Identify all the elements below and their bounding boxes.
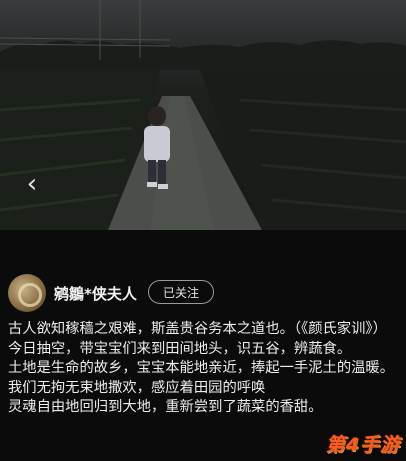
field-path-scene: [0, 0, 406, 230]
follow-button[interactable]: 已关注: [148, 280, 214, 304]
author-name[interactable]: 鹓鶵*侠夫人: [54, 283, 137, 304]
post-line: 灵魂自由地回归到大地，重新尝到了蔬菜的香甜。: [8, 399, 323, 415]
post-line: 古人欲知稼穑之艰难，斯盖贵谷务本之道也。（《颜氏家训》）: [8, 321, 387, 337]
post-line: 今日抽空，带宝宝们来到田间地头，识五谷，辨蔬食。: [8, 340, 352, 357]
watermark-logo: 第4手游: [325, 434, 400, 456]
back-chevron-icon[interactable]: ‹: [20, 170, 44, 198]
post-photo[interactable]: ‹: [0, 0, 406, 230]
author-avatar[interactable]: [8, 274, 46, 312]
post-text: 古人欲知稼穑之艰难，斯盖贵谷务本之道也。（《颜氏家训》） 今日抽空，带宝宝们来到…: [8, 320, 400, 418]
post-line: 我们无拘无束地撒欢，感应着田园的呼唤: [8, 379, 266, 396]
post-line: 土地是生命的故乡，宝宝本能地亲近，捧起一手泥土的温暖。: [8, 360, 395, 376]
author-row: 鹓鶵*侠夫人 已关注: [0, 268, 406, 318]
